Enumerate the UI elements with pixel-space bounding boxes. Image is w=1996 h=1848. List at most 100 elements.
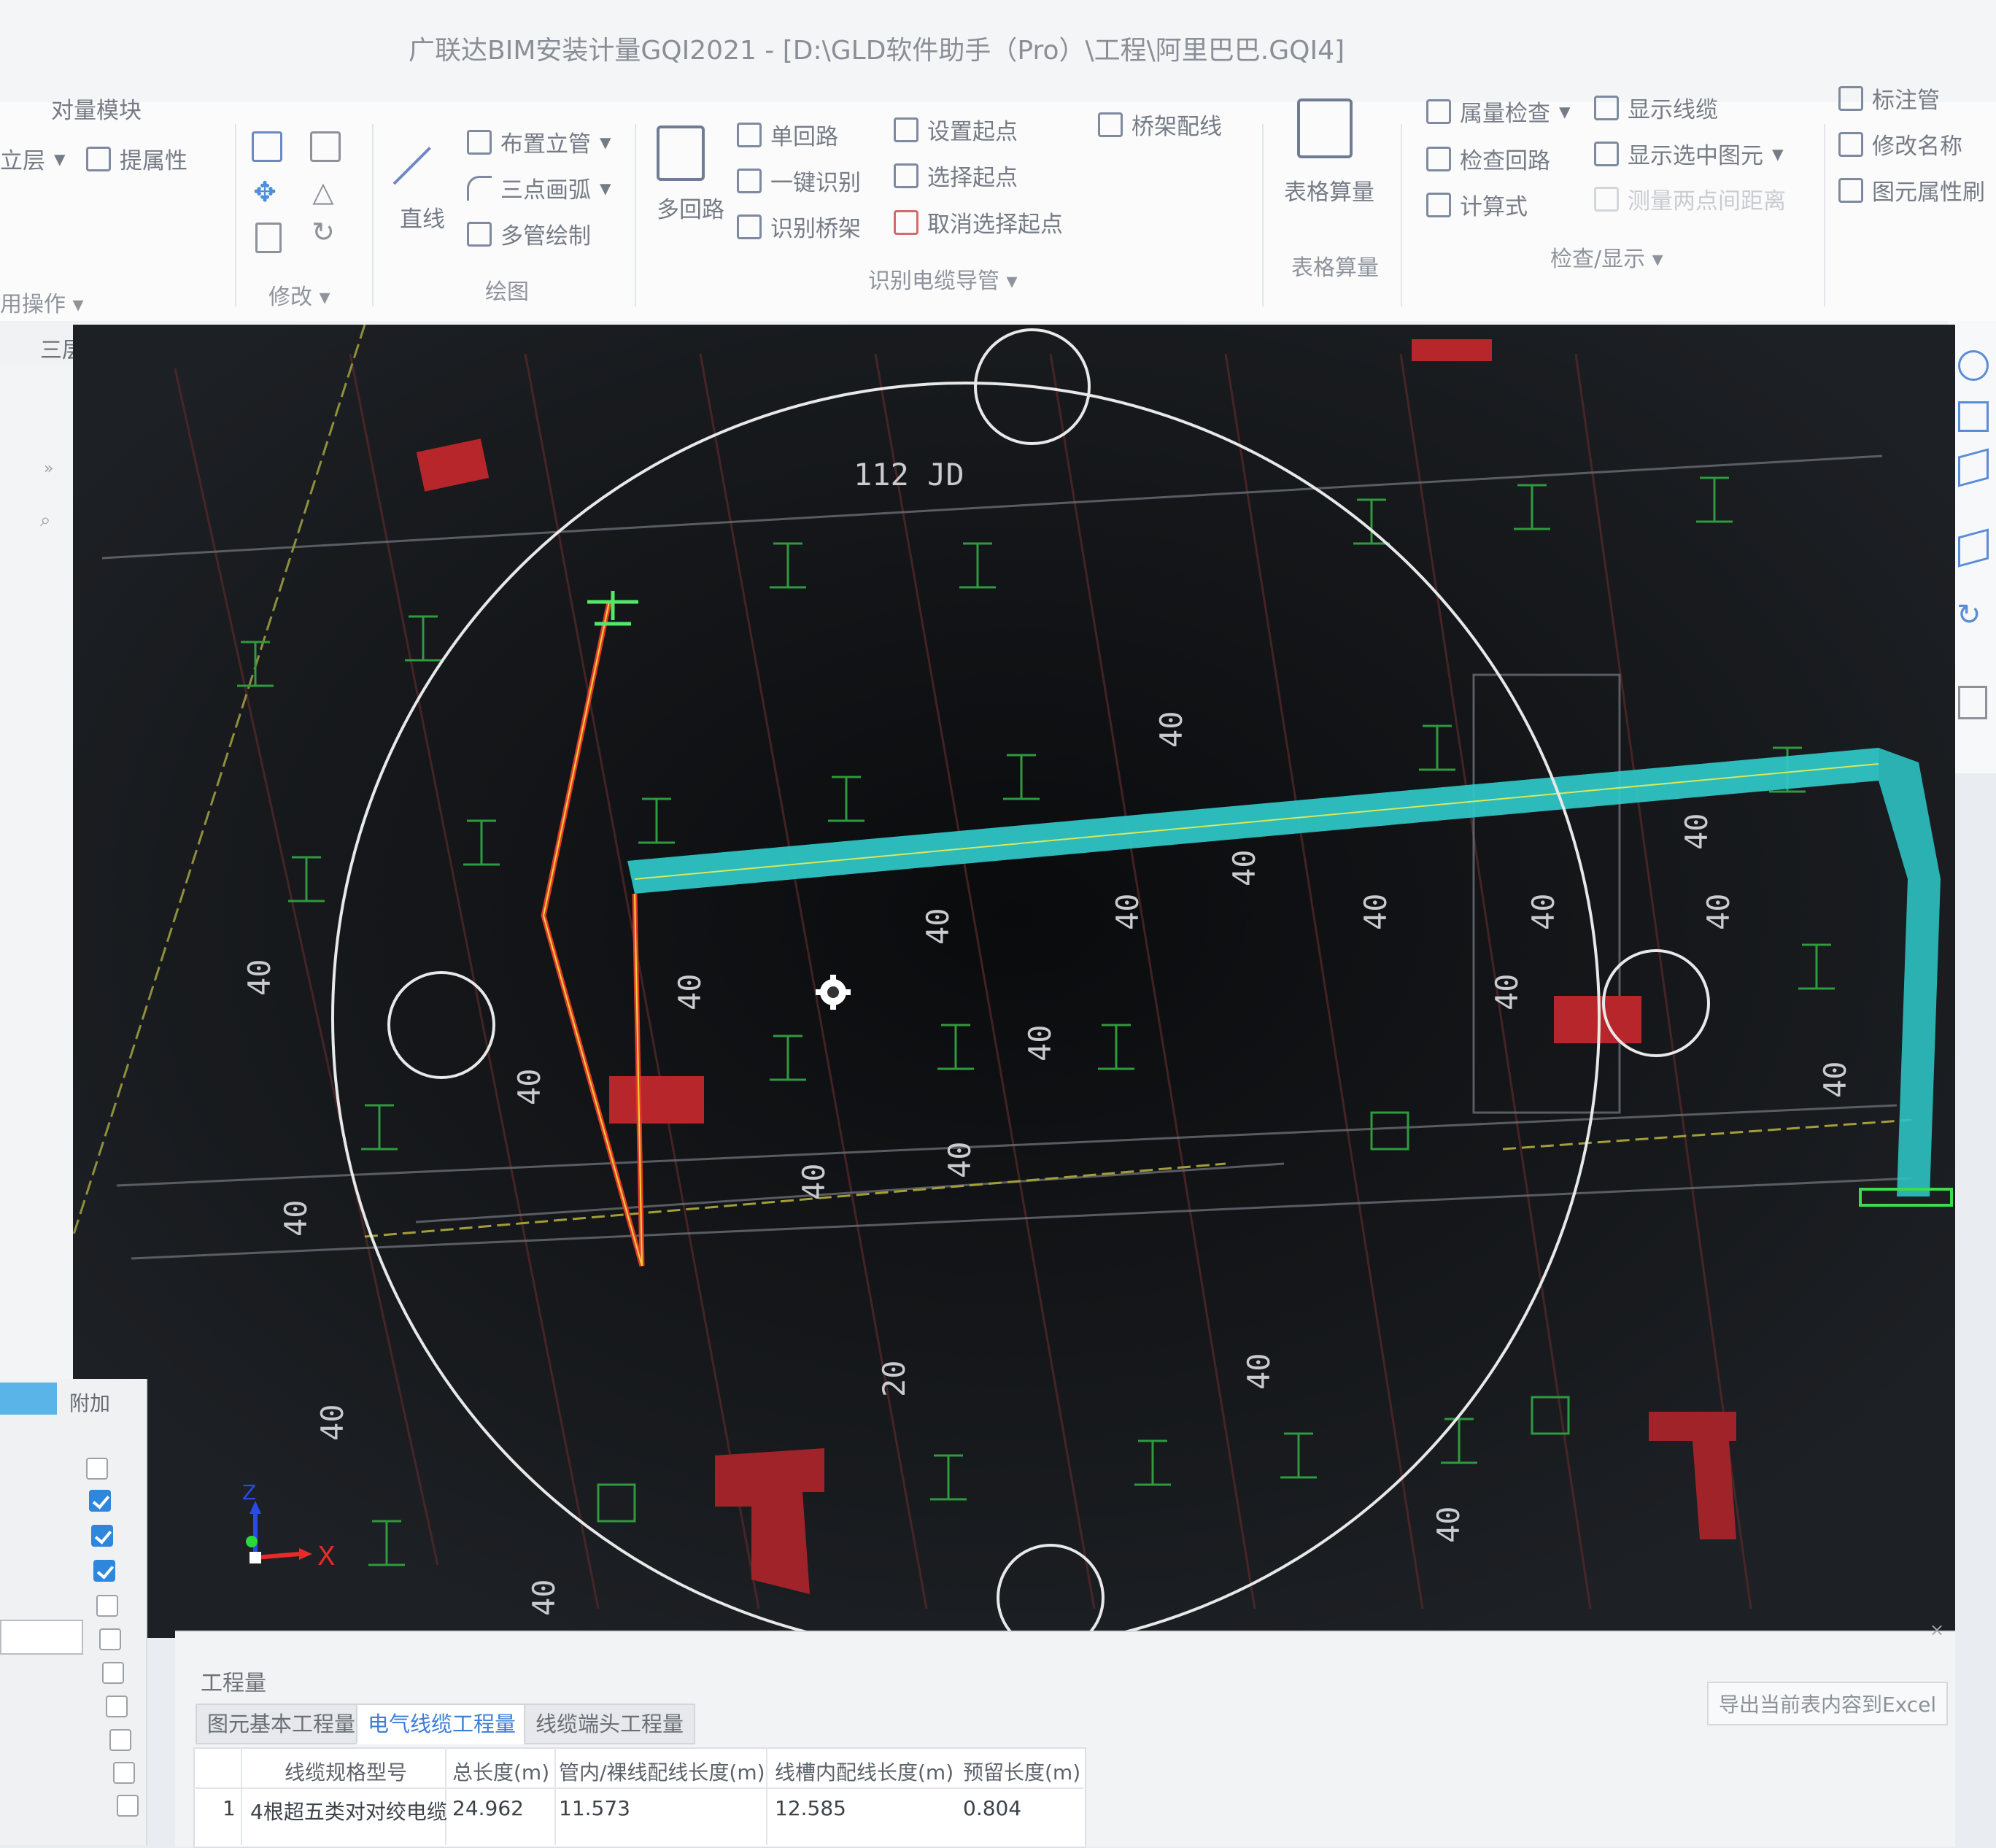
triangle-icon[interactable]: △	[310, 178, 336, 206]
name-input[interactable]	[0, 1620, 83, 1655]
measure-distance-button[interactable]: 测量两点间距离	[1594, 182, 1786, 215]
select-start-button[interactable]: 选择起点	[894, 159, 1018, 192]
compute-module-button[interactable]: 对量模块	[51, 92, 142, 125]
move-icon[interactable]: ✥	[252, 178, 278, 206]
cell-spec[interactable]: 4根超五类对对绞电缆	[250, 1796, 447, 1825]
properties-icon[interactable]	[1958, 686, 1987, 719]
multi-pipe-button[interactable]: 多管绘制	[467, 217, 591, 250]
attach-checkbox[interactable]	[86, 1458, 108, 1480]
rotate-view-icon[interactable]: ↻	[1957, 598, 1981, 632]
collapse-icon[interactable]: »	[44, 460, 53, 478]
axis-z-label: Z	[242, 1480, 256, 1504]
one-key-button[interactable]: 一键识别	[737, 164, 861, 197]
mark-pipe-label: 标注管	[1872, 88, 1940, 114]
single-circuit-button[interactable]: 单回路	[737, 118, 838, 151]
tray-wiring-icon	[1098, 112, 1123, 137]
filter-icon	[1426, 98, 1451, 124]
show-wire-button[interactable]: 显示线缆	[1594, 91, 1718, 124]
attach-checkbox[interactable]	[89, 1490, 111, 1512]
show-wire-icon	[1594, 95, 1619, 120]
attach-checkbox[interactable]	[93, 1560, 115, 1582]
group-draw-label: 绘图	[485, 274, 529, 306]
cancel-start-icon	[894, 209, 918, 235]
multi-circuit-button[interactable]: 多回路	[657, 191, 724, 224]
table-divider	[554, 1747, 556, 1845]
tab-electrical-cable[interactable]: 电气线缆工程量	[356, 1704, 528, 1744]
cube-icon[interactable]	[1958, 528, 1989, 568]
mark-pipe-button[interactable]: 标注管	[1838, 82, 1940, 115]
extract-icon	[86, 146, 111, 171]
line-button[interactable]: 直线	[400, 201, 445, 233]
elem-attr-button[interactable]: 图元属性刷	[1838, 174, 1985, 206]
view-3d-icon[interactable]	[1958, 448, 1989, 487]
cad-label: 40	[1525, 893, 1561, 930]
rename-button[interactable]: 修改名称	[1838, 128, 1962, 161]
attach-checkbox[interactable]	[99, 1628, 121, 1650]
copy-icon[interactable]	[252, 131, 282, 162]
attach-checkbox[interactable]	[102, 1662, 124, 1684]
dropdown-icon: ▾	[600, 128, 611, 155]
attach-column-header: 附加	[69, 1391, 111, 1415]
cell-reserve[interactable]: 0.804	[963, 1796, 1021, 1820]
show-selected-label: 显示选中图元	[1628, 143, 1763, 169]
table-calc-icon[interactable]	[1297, 98, 1353, 158]
close-icon[interactable]: ×	[1930, 1620, 1944, 1640]
table-calc-button[interactable]: 表格算量	[1284, 174, 1374, 206]
identify-tray-icon	[737, 214, 762, 239]
set-start-button[interactable]: 设置起点	[894, 113, 1018, 146]
set-start-label: 设置起点	[927, 119, 1018, 145]
cad-label: 40	[1679, 813, 1714, 850]
view-2d-icon[interactable]	[1958, 401, 1989, 432]
identify-tray-label: 识别桥架	[770, 216, 861, 242]
tray-wiring-button[interactable]: 桥架配线	[1098, 108, 1222, 141]
attach-checkbox[interactable]	[96, 1595, 118, 1617]
drawing-canvas[interactable]: 112 JD 40 40 40 40 40 40 40 40 40 40 40 …	[73, 325, 1955, 1638]
cad-label: 40	[241, 959, 277, 996]
search-icon[interactable]: ⌕	[40, 509, 51, 532]
mirror-icon[interactable]	[310, 131, 341, 162]
dropdown-icon: ▾	[54, 145, 66, 172]
col-header-total: 总长度(m)	[452, 1760, 550, 1785]
show-wire-label: 显示线缆	[1628, 97, 1718, 123]
attach-checkbox[interactable]	[117, 1795, 139, 1817]
check-circuit-icon	[1426, 146, 1451, 171]
formula-button[interactable]: 计算式	[1426, 188, 1528, 221]
cad-label: 40	[1226, 849, 1262, 886]
multi-circuit-icon[interactable]	[657, 125, 705, 181]
orbit-icon[interactable]	[1958, 350, 1989, 381]
multi-pipe-label: 多管绘制	[500, 223, 591, 250]
cell-trough[interactable]: 12.585	[775, 1796, 846, 1820]
ribbon-separator	[235, 124, 236, 306]
compute-module-label: 对量模块	[51, 98, 142, 124]
extract-attr-label: 提属性	[120, 148, 187, 174]
attach-checkbox[interactable]	[91, 1525, 113, 1547]
tab-element-quantity[interactable]: 图元基本工程量	[196, 1704, 368, 1744]
three-point-arc-label: 三点画弧	[500, 177, 591, 204]
identify-tray-button[interactable]: 识别桥架	[737, 210, 861, 243]
show-selected-button[interactable]: 显示选中图元 ▾	[1594, 137, 1784, 170]
place-riser-label: 布置立管	[500, 131, 591, 158]
row-index: 1	[223, 1796, 236, 1820]
group-common-label: 用操作 ▾	[0, 292, 84, 317]
attach-checkbox[interactable]	[109, 1729, 131, 1751]
attach-checkbox[interactable]	[113, 1762, 135, 1784]
three-point-arc-button[interactable]: 三点画弧 ▾	[467, 171, 611, 204]
place-riser-button[interactable]: 布置立管 ▾	[467, 125, 611, 158]
cell-total[interactable]: 24.962	[452, 1796, 524, 1820]
cad-label: 40	[1431, 1506, 1466, 1543]
select-start-icon	[894, 163, 918, 188]
rename-icon	[1838, 131, 1863, 157]
floor-button[interactable]: 立层 ▾	[0, 142, 66, 175]
export-excel-button[interactable]: 导出当前表内容到Excel	[1707, 1682, 1949, 1725]
cell-pipe[interactable]: 11.573	[559, 1796, 630, 1820]
extract-attr-button[interactable]: 提属性	[86, 142, 187, 175]
attach-checkbox[interactable]	[106, 1696, 128, 1717]
cancel-start-button[interactable]: 取消选择起点	[894, 206, 1063, 239]
rotate-icon[interactable]: ↻	[310, 218, 336, 246]
cad-label: 40	[278, 1199, 314, 1237]
delete-icon[interactable]	[255, 223, 282, 253]
attr-check-button[interactable]: 属量检查 ▾	[1426, 95, 1571, 128]
riser-icon	[467, 129, 492, 155]
tab-cable-terminal[interactable]: 线缆端头工程量	[524, 1704, 696, 1744]
check-circuit-button[interactable]: 检查回路	[1426, 142, 1550, 175]
